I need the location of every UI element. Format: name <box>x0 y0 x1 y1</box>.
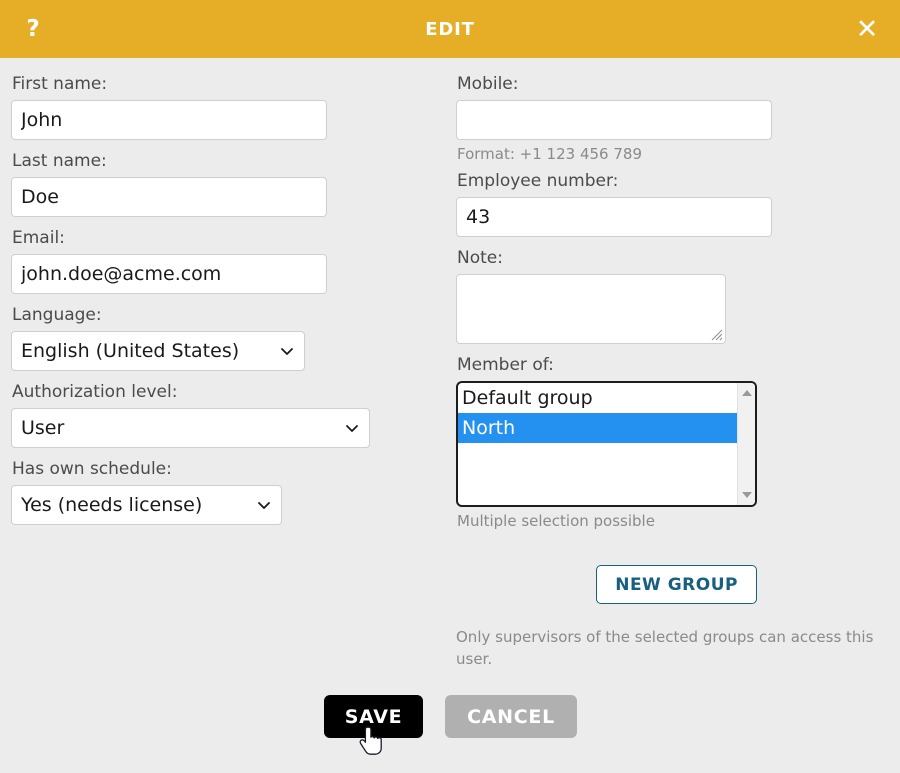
note-textarea[interactable] <box>456 274 726 344</box>
has-own-schedule-label: Has own schedule: <box>12 459 172 479</box>
has-own-schedule-select-value: Yes (needs license) <box>21 494 203 516</box>
save-button[interactable]: SAVE <box>324 695 423 738</box>
dialog-title: EDIT <box>425 18 475 40</box>
list-item[interactable]: North <box>458 413 737 443</box>
has-own-schedule-select[interactable]: Yes (needs license) <box>11 485 282 525</box>
note-label: Note: <box>457 248 503 268</box>
member-of-option-list: Default group North <box>458 383 737 505</box>
first-name-input[interactable] <box>11 100 327 140</box>
access-note: Only supervisors of the selected groups … <box>456 628 874 668</box>
form-column-left: First name: Last name: Email: Language: … <box>11 72 441 534</box>
mobile-format-hint: Format: +1 123 456 789 <box>457 145 642 163</box>
form-column-right: Mobile: Format: +1 123 456 789 Employee … <box>456 72 886 670</box>
authorization-level-select[interactable]: User <box>11 408 370 448</box>
resize-handle-icon <box>711 329 723 341</box>
language-select[interactable]: English (United States) <box>11 331 305 371</box>
employee-number-label: Employee number: <box>457 171 619 191</box>
language-label: Language: <box>12 305 102 325</box>
chevron-down-icon <box>281 348 293 355</box>
chevron-down-icon <box>346 425 358 432</box>
mobile-label: Mobile: <box>457 74 519 94</box>
chevron-down-icon <box>258 502 270 509</box>
mobile-input[interactable] <box>456 100 772 140</box>
scroll-up-arrow-icon[interactable] <box>738 385 755 401</box>
employee-number-input[interactable] <box>456 197 772 237</box>
language-select-value: English (United States) <box>21 340 240 362</box>
member-of-listbox[interactable]: Default group North <box>456 381 757 507</box>
cancel-button[interactable]: CANCEL <box>445 695 577 738</box>
close-icon[interactable]: ✕ <box>850 0 884 58</box>
authorization-level-select-value: User <box>21 417 65 439</box>
last-name-label: Last name: <box>12 151 107 171</box>
email-label: Email: <box>12 228 65 248</box>
list-item[interactable]: Default group <box>458 383 737 413</box>
last-name-input[interactable] <box>11 177 327 217</box>
first-name-label: First name: <box>12 74 108 94</box>
member-of-label: Member of: <box>457 355 554 375</box>
authorization-level-label: Authorization level: <box>12 382 178 402</box>
email-input[interactable] <box>11 254 327 294</box>
scroll-down-arrow-icon[interactable] <box>738 487 755 503</box>
new-group-button[interactable]: NEW GROUP <box>596 565 757 604</box>
help-icon[interactable]: ? <box>16 0 50 58</box>
listbox-scrollbar[interactable] <box>737 383 755 505</box>
dialog-footer: SAVE CANCEL <box>324 695 577 738</box>
member-of-hint: Multiple selection possible <box>457 512 655 530</box>
dialog-titlebar: ? EDIT ✕ <box>0 0 900 58</box>
new-group-row: NEW GROUP <box>456 565 757 604</box>
